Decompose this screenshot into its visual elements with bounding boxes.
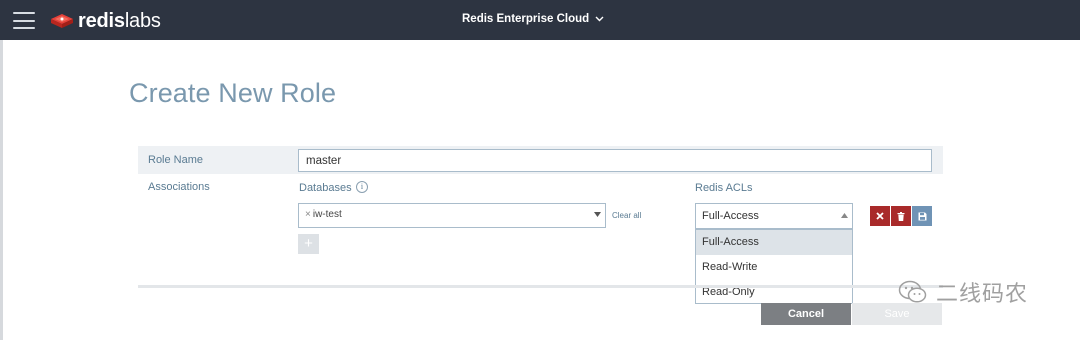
page-title: Create New Role: [129, 78, 337, 108]
dropdown-up-arrow-icon: [841, 213, 848, 218]
save-row-button[interactable]: [912, 206, 932, 226]
associations-label: Associations: [148, 181, 210, 193]
wechat-icon: [898, 280, 927, 303]
acl-option-read-only[interactable]: Read-Only: [696, 280, 852, 305]
delete-row-button[interactable]: [891, 206, 911, 226]
acl-option-read-write[interactable]: Read-Write: [696, 255, 852, 280]
trash-icon: [897, 211, 905, 221]
hamburger-menu-icon[interactable]: [13, 12, 35, 29]
form-divider: [138, 285, 943, 288]
redis-cube-icon: [51, 14, 73, 28]
acl-selected-value: Full-Access: [702, 210, 759, 222]
databases-label: Databases: [299, 182, 352, 194]
chevron-down-icon: [595, 16, 604, 22]
info-icon[interactable]: i: [356, 181, 368, 193]
add-association-button[interactable]: +: [298, 234, 319, 254]
clear-all-link[interactable]: Clear all: [612, 211, 641, 220]
databases-select[interactable]: × iw-test: [298, 203, 606, 228]
watermark: 二线码农: [898, 276, 1028, 308]
dropdown-arrow-icon: [594, 212, 601, 217]
acl-dropdown-menu: Full-Access Read-Write Read-Only: [695, 229, 853, 304]
watermark-text: 二线码农: [936, 281, 1029, 306]
left-edge-strip: [0, 40, 3, 340]
acl-option-full-access[interactable]: Full-Access: [696, 230, 852, 255]
floppy-disk-icon: [918, 212, 926, 220]
cancel-button[interactable]: Cancel: [761, 303, 851, 325]
top-navigation-bar: redislabs Redis Enterprise Cloud: [0, 0, 1080, 40]
role-name-input[interactable]: [298, 149, 932, 172]
redis-acl-select[interactable]: Full-Access: [695, 203, 853, 229]
environment-selector[interactable]: Redis Enterprise Cloud: [462, 13, 604, 25]
discard-row-button[interactable]: [870, 206, 890, 226]
environment-label: Redis Enterprise Cloud: [462, 13, 590, 25]
logo-text: redislabs: [78, 9, 161, 32]
remove-tag-icon[interactable]: ×: [305, 209, 311, 220]
redis-acls-label: Redis ACLs: [695, 182, 753, 194]
redislabs-logo[interactable]: redislabs: [50, 9, 161, 33]
database-tag: × iw-test: [305, 209, 342, 220]
close-icon: [876, 212, 884, 220]
role-name-label: Role Name: [148, 154, 204, 166]
database-tag-label: iw-test: [312, 209, 342, 220]
